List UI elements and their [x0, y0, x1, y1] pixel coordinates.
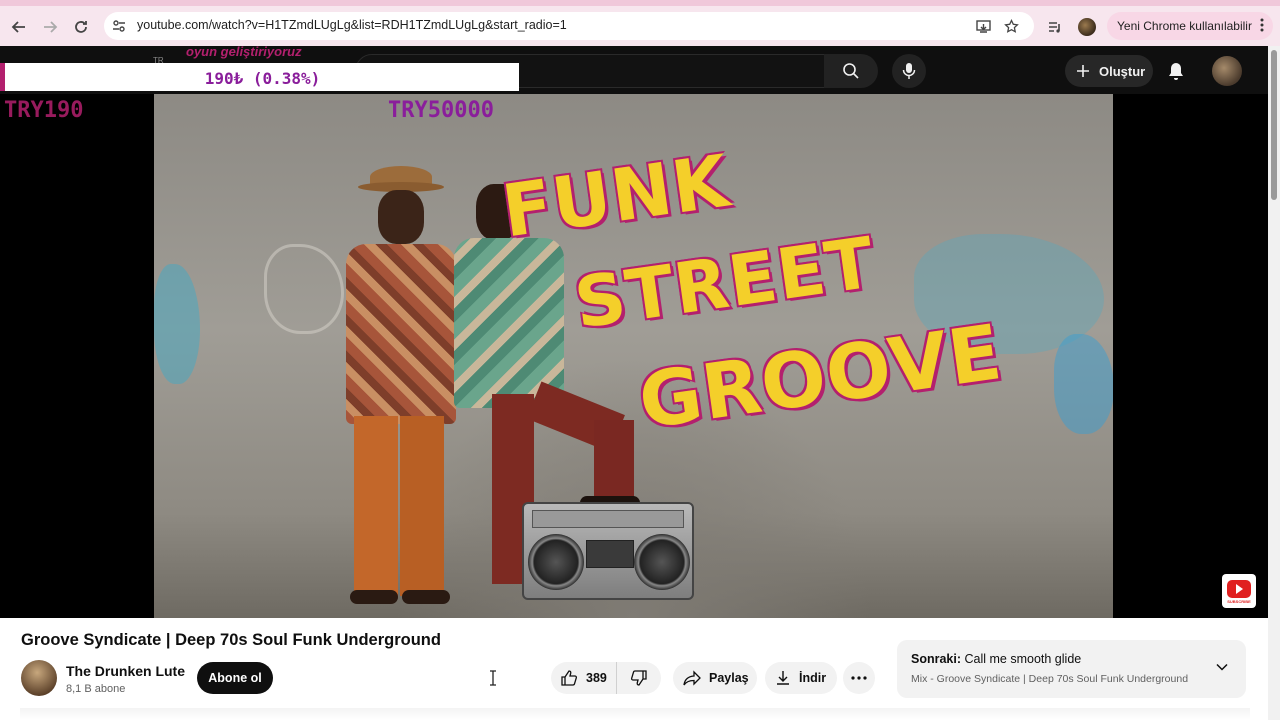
browser-toolbar: youtube.com/watch?v=H1TZmdLUgLg&list=RDH…	[0, 0, 1280, 46]
url-text[interactable]: youtube.com/watch?v=H1TZmdLUgLg&list=RDH…	[137, 18, 567, 32]
subscriber-count: 8,1 B abone	[66, 683, 126, 695]
more-horizontal-icon	[851, 676, 867, 680]
video-title: Groove Syndicate | Deep 70s Soul Funk Un…	[21, 631, 441, 649]
bookmark-star-icon[interactable]	[1002, 17, 1020, 35]
screen: youtube.com/watch?v=H1TZmdLUgLg&list=RDH…	[0, 0, 1280, 720]
menu-dots-icon[interactable]	[1260, 18, 1264, 35]
up-next-title: Call me smooth glide	[964, 652, 1082, 666]
create-button[interactable]: Oluştur	[1065, 55, 1153, 87]
text-cursor-icon	[490, 670, 496, 686]
chrome-update-label: Yeni Chrome kullanılabilir	[1117, 19, 1252, 33]
video-player[interactable]: FUNK STREET GROOVE	[0, 94, 1268, 618]
media-control-icon[interactable]	[1042, 14, 1068, 40]
video-frame[interactable]: FUNK STREET GROOVE	[154, 94, 1113, 618]
voice-search-button[interactable]	[892, 54, 926, 88]
up-next-playlist: Mix - Groove Syndicate | Deep 70s Soul F…	[911, 673, 1189, 685]
up-next-label: Sonraki: Call me smooth glide	[911, 652, 1081, 666]
reload-icon[interactable]	[68, 14, 94, 40]
site-info-icon[interactable]	[110, 17, 128, 35]
plus-icon	[1077, 65, 1089, 77]
chrome-update-button[interactable]: Yeni Chrome kullanılabilir	[1107, 12, 1273, 40]
donation-goal-bar: 190₺ (0.38%)	[0, 63, 519, 91]
donation-current: TRY190	[4, 98, 84, 123]
notifications-bell-icon[interactable]	[1164, 59, 1188, 83]
address-bar[interactable]: youtube.com/watch?v=H1TZmdLUgLg&list=RDH…	[104, 12, 1034, 40]
share-button[interactable]: Paylaş	[673, 662, 757, 694]
up-next-prefix: Sonraki:	[911, 652, 962, 666]
thumbs-up-icon	[561, 670, 578, 686]
download-icon	[777, 671, 789, 685]
dislike-button[interactable]	[617, 662, 661, 694]
share-label: Paylaş	[709, 671, 749, 685]
profile-avatar-icon[interactable]	[1074, 14, 1100, 40]
microphone-icon	[902, 63, 916, 79]
donation-target: TRY50000	[388, 98, 494, 123]
like-count: 389	[586, 671, 607, 685]
page-scrollbar[interactable]	[1268, 46, 1280, 720]
donation-goal-text: 190₺ (0.38%)	[204, 69, 321, 88]
subscribe-mark: SUBSCRIBE	[1227, 598, 1251, 604]
account-avatar[interactable]	[1212, 56, 1242, 86]
install-app-icon[interactable]	[974, 17, 992, 35]
man-left-figure	[332, 166, 466, 606]
more-actions-button[interactable]	[843, 662, 875, 694]
page-bottom-edge	[20, 708, 1250, 720]
back-icon[interactable]	[6, 14, 32, 40]
search-icon	[843, 63, 859, 79]
thumbs-down-icon	[630, 670, 647, 686]
graffiti-left	[154, 264, 200, 384]
chevron-down-icon[interactable]	[1215, 660, 1229, 674]
forward-icon[interactable]	[37, 14, 63, 40]
search-button[interactable]	[824, 54, 878, 88]
boombox-image	[522, 502, 694, 600]
thumbnail-title-line1: FUNK	[497, 138, 735, 254]
share-arrow-icon	[683, 670, 701, 686]
download-label: İndir	[799, 671, 827, 685]
stream-caption: oyun geliştiriyoruz	[186, 44, 302, 59]
channel-name[interactable]: The Drunken Lute	[66, 663, 185, 679]
scrollbar-thumb[interactable]	[1271, 50, 1277, 200]
like-button[interactable]: 389	[551, 662, 617, 694]
graffiti-right-edge	[1054, 334, 1113, 434]
create-label: Oluştur	[1099, 63, 1146, 79]
up-next-card[interactable]: Sonraki: Call me smooth glide Mix - Groo…	[897, 640, 1246, 698]
subscribe-watermark[interactable]: SUBSCRIBE	[1222, 574, 1256, 608]
subscribe-button[interactable]: Abone ol	[197, 662, 273, 694]
channel-avatar[interactable]	[21, 660, 57, 696]
like-dislike-group: 389	[551, 662, 661, 694]
download-button[interactable]: İndir	[765, 662, 837, 694]
youtube-play-icon	[1227, 579, 1251, 598]
